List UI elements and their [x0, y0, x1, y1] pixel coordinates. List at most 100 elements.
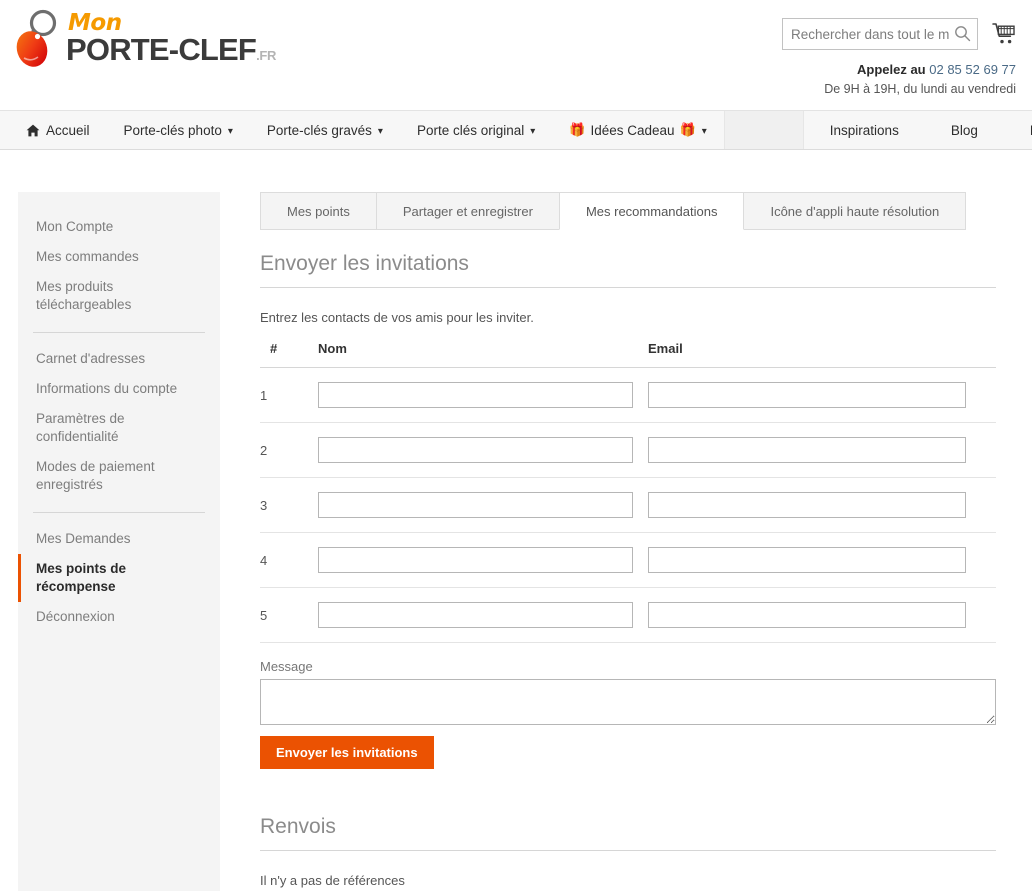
- gift-icon: 🎁: [569, 122, 586, 137]
- nav-item-mon-compte[interactable]: Mon compte: [1004, 111, 1032, 149]
- row-nom-cell: [318, 477, 648, 533]
- search-wrap: [782, 18, 978, 50]
- gift-icon: 🎁: [679, 122, 696, 137]
- row-number: 2: [260, 422, 318, 478]
- invite-email-input-1[interactable]: [648, 382, 966, 408]
- invite-name-input-2[interactable]: [318, 437, 633, 463]
- row-nom-cell: [318, 532, 648, 588]
- search-icon[interactable]: [954, 25, 971, 42]
- row-email-cell: [648, 477, 996, 533]
- nav-item-idees-cadeau[interactable]: 🎁 Idées Cadeau 🎁 ▾: [552, 111, 723, 149]
- site-logo[interactable]: Mon PORTE-CLEF.FR: [14, 8, 276, 70]
- nav-item-label: Porte clés original: [416, 122, 525, 138]
- nav-item-label: Porte-clés gravés: [266, 122, 372, 138]
- invite-name-input-4[interactable]: [318, 547, 633, 573]
- sidebar-item-mon-compte[interactable]: Mon Compte: [18, 212, 220, 242]
- logo-main: PORTE-CLEF: [66, 32, 257, 67]
- sidebar-item-carnet-adresses[interactable]: Carnet d'adresses: [18, 344, 220, 374]
- sidebar-item-label: Paramètres de confidentialité: [36, 411, 125, 444]
- column-header-nom: Nom: [318, 341, 648, 368]
- renvois-empty-message: Il n'y a pas de références: [260, 873, 405, 888]
- message-textarea[interactable]: [260, 679, 996, 725]
- nav-item-label: Accueil: [46, 122, 90, 138]
- sidebar-item-label: Modes de paiement enregistrés: [36, 459, 155, 492]
- send-invitations-button[interactable]: Envoyer les invitations: [260, 736, 434, 769]
- table-row: 3: [260, 477, 996, 533]
- row-email-cell: [648, 367, 996, 423]
- sidebar-divider: [33, 512, 205, 513]
- main-content: Mes points Partager et enregistrer Mes r…: [260, 192, 996, 891]
- nav-item-label: Porte-clés photo: [123, 122, 222, 138]
- invitations-panel: Envoyer les invitations Entrez les conta…: [260, 230, 996, 888]
- message-label: Message: [260, 659, 313, 674]
- row-email-cell: [648, 532, 996, 588]
- nav-item-porte-cles-graves[interactable]: Porte-clés gravés ▾: [250, 111, 400, 149]
- invite-email-input-3[interactable]: [648, 492, 966, 518]
- chevron-down-icon: ▾: [530, 125, 536, 137]
- sidebar-item-confidentialite[interactable]: Paramètres de confidentialité: [18, 404, 220, 452]
- search-input[interactable]: [782, 18, 978, 50]
- tab-mes-points[interactable]: Mes points: [260, 192, 376, 230]
- invite-name-input-1[interactable]: [318, 382, 633, 408]
- chevron-down-icon: ▾: [377, 125, 383, 137]
- logo-suffix: .FR: [256, 48, 277, 63]
- sidebar-item-points-recompense[interactable]: Mes points de récompense: [18, 554, 220, 602]
- column-header-num: #: [260, 341, 318, 368]
- nav-item-blog[interactable]: Blog: [925, 111, 1004, 149]
- nav-item-inspirations[interactable]: Inspirations: [804, 111, 925, 149]
- renvois-section: Renvois Il n'y a pas de références: [260, 815, 996, 888]
- sidebar-item-label: Déconnexion: [36, 609, 115, 624]
- row-number: 1: [260, 367, 318, 423]
- tab-mes-recommandations[interactable]: Mes recommandations: [558, 192, 745, 230]
- invite-email-input-4[interactable]: [648, 547, 966, 573]
- tab-label: Mes points: [287, 203, 350, 219]
- row-number: 4: [260, 532, 318, 588]
- nav-left-group: Accueil Porte-clés photo ▾ Porte-clés gr…: [0, 111, 804, 149]
- sidebar-item-modes-paiement[interactable]: Modes de paiement enregistrés: [18, 452, 220, 500]
- sidebar-item-produits-telechargeables[interactable]: Mes produits téléchargeables: [18, 272, 220, 320]
- invite-name-input-5[interactable]: [318, 602, 633, 628]
- invitations-table-head: # Nom Email: [260, 341, 996, 368]
- header-right: Appelez au 02 85 52 69 77 De 9H à 19H, d…: [782, 18, 1016, 97]
- phone-line: Appelez au 02 85 52 69 77: [782, 62, 1016, 78]
- nav-spacer-block: [723, 111, 804, 149]
- sidebar-item-deconnexion[interactable]: Déconnexion: [18, 602, 220, 632]
- invite-email-input-2[interactable]: [648, 437, 966, 463]
- page-body: Mon Compte Mes commandes Mes produits té…: [0, 150, 1032, 891]
- account-sidebar: Mon Compte Mes commandes Mes produits té…: [18, 192, 220, 891]
- invitations-table-body: 1 2 3 4 5: [260, 367, 996, 643]
- sidebar-item-label: Informations du compte: [36, 381, 178, 396]
- nav-item-label: Blog: [950, 122, 978, 138]
- sidebar-item-mes-demandes[interactable]: Mes Demandes: [18, 524, 220, 554]
- sidebar-item-informations-compte[interactable]: Informations du compte: [18, 374, 220, 404]
- chevron-down-icon: ▾: [701, 125, 707, 137]
- chevron-down-icon: ▾: [227, 125, 233, 137]
- logo-wordmark: Mon PORTE-CLEF.FR: [66, 12, 276, 66]
- main-navigation: Accueil Porte-clés photo ▾ Porte-clés gr…: [0, 110, 1032, 150]
- row-number: 5: [260, 587, 318, 643]
- home-icon: [26, 124, 40, 137]
- nav-item-porte-cles-photo[interactable]: Porte-clés photo ▾: [107, 111, 250, 149]
- tab-label: Icône d'appli haute résolution: [770, 203, 940, 219]
- table-row: 4: [260, 532, 996, 588]
- row-nom-cell: [318, 367, 648, 423]
- invite-name-input-3[interactable]: [318, 492, 633, 518]
- invite-email-input-5[interactable]: [648, 602, 966, 628]
- nav-item-accueil[interactable]: Accueil: [0, 111, 107, 149]
- nav-item-porte-cles-original[interactable]: Porte clés original ▾: [400, 111, 552, 149]
- sidebar-item-label: Mes Demandes: [36, 531, 131, 546]
- invitations-intro: Entrez les contacts de vos amis pour les…: [260, 310, 534, 325]
- phone-number[interactable]: 02 85 52 69 77: [929, 62, 1016, 77]
- page-title: Envoyer les invitations: [260, 252, 996, 288]
- table-row: 1: [260, 367, 996, 423]
- shopping-cart-icon[interactable]: [992, 22, 1016, 46]
- tab-partager-enregistrer[interactable]: Partager et enregistrer: [375, 192, 559, 230]
- sidebar-item-mes-commandes[interactable]: Mes commandes: [18, 242, 220, 272]
- phone-label: Appelez au: [857, 62, 926, 77]
- tab-icone-appli[interactable]: Icône d'appli haute résolution: [744, 192, 967, 230]
- rewards-tabs: Mes points Partager et enregistrer Mes r…: [260, 192, 996, 230]
- column-header-email: Email: [648, 341, 996, 368]
- row-email-cell: [648, 422, 996, 478]
- sidebar-item-label: Mon Compte: [36, 219, 114, 234]
- table-row: 2: [260, 422, 996, 478]
